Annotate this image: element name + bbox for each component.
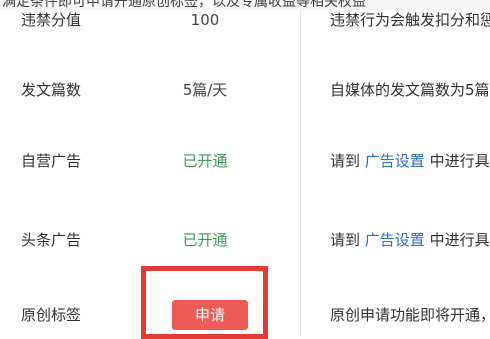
desc-prefix: 请到: [330, 152, 361, 170]
table-row-toutiao-ads: 头条广告 已开通 请到 广告设置 中进行具: [0, 220, 490, 260]
ad-settings-link[interactable]: 广告设置: [365, 231, 425, 249]
row-name: 自营广告: [21, 152, 82, 170]
row-name: 原创标签: [21, 306, 82, 324]
row-description: 违禁行为会触发扣分和惩: [330, 11, 490, 29]
row-value: 5篇/天: [182, 81, 228, 99]
row-name: 头条广告: [21, 231, 82, 249]
row-description: 请到 广告设置 中进行具: [330, 220, 490, 260]
table-row-self-ads: 自营广告 已开通 请到 广告设置 中进行具: [0, 141, 490, 181]
status-enabled: 已开通: [182, 231, 228, 249]
row-description: 自媒体的发文篇数为5篇: [330, 81, 490, 99]
row-value: 100: [190, 11, 220, 29]
ad-settings-link[interactable]: 广告设置: [365, 152, 425, 170]
desc-suffix: 中进行具: [429, 152, 490, 170]
red-highlight-box: [141, 266, 268, 339]
status-enabled: 已开通: [182, 152, 228, 170]
row-description: 请到 广告设置 中进行具: [330, 141, 490, 181]
table-row-post-count: 发文篇数 5篇/天 自媒体的发文篇数为5篇: [0, 70, 490, 110]
desc-suffix: 中进行具: [429, 231, 490, 249]
table-row-violation-score: 违禁分值 100 违禁行为会触发扣分和惩: [0, 0, 490, 40]
row-description: 原创申请功能即将开通，: [330, 306, 490, 324]
row-name: 违禁分值: [21, 11, 82, 29]
row-name: 发文篇数: [21, 81, 82, 99]
desc-prefix: 请到: [330, 231, 361, 249]
